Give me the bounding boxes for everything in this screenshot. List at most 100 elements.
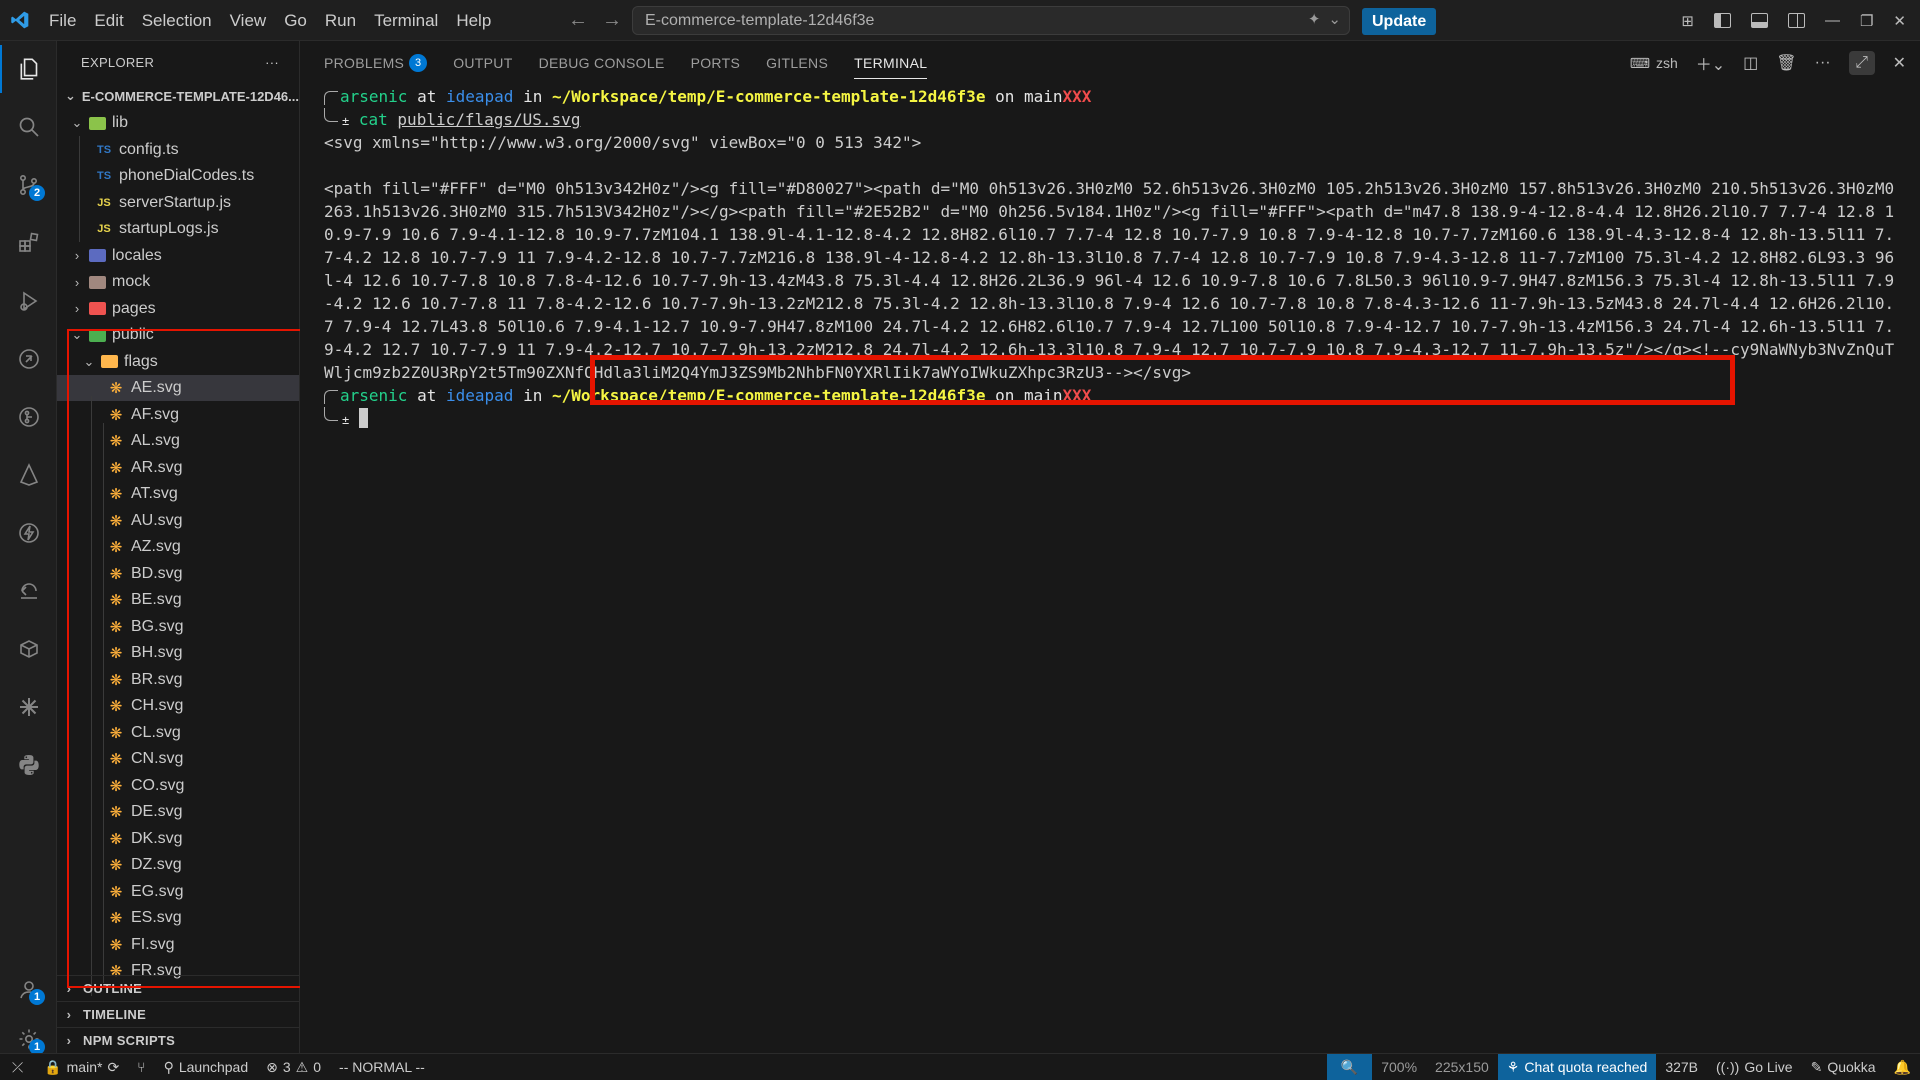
tree-file[interactable]: TS phoneDialCodes.ts xyxy=(57,163,299,189)
launchpad-status[interactable]: ⚲ Launchpad xyxy=(155,1054,258,1080)
tree-file[interactable]: ❋ DK.svg xyxy=(57,826,299,852)
tree-file[interactable]: ❋ FI.svg xyxy=(57,932,299,958)
menu-view[interactable]: View xyxy=(221,0,276,41)
outline-section[interactable]: › OUTLINE xyxy=(57,975,299,1001)
menu-file[interactable]: File xyxy=(40,0,85,41)
search-icon[interactable] xyxy=(0,103,57,151)
close-window-icon[interactable]: ✕ xyxy=(1893,12,1906,30)
quokka-status[interactable]: ✎ Quokka xyxy=(1802,1054,1885,1080)
run-debug-icon[interactable] xyxy=(0,277,57,325)
chat-quota-status[interactable]: ⚘ Chat quota reached xyxy=(1497,1053,1657,1080)
menu-go[interactable]: Go xyxy=(275,0,316,41)
tree-file[interactable]: ❋ ES.svg xyxy=(57,905,299,931)
new-terminal-plus-icon[interactable]: ＋⌄ xyxy=(1696,51,1725,75)
npm-scripts-section[interactable]: › NPM SCRIPTS xyxy=(57,1027,299,1053)
explorer-icon[interactable] xyxy=(0,45,57,93)
menu-help[interactable]: Help xyxy=(447,0,500,41)
customize-layout-icon[interactable]: ⊞ xyxy=(1681,12,1694,30)
problems-status[interactable]: ⊗ 3 ⚠ 0 xyxy=(257,1054,330,1080)
file-size-status[interactable]: 327B xyxy=(1656,1054,1707,1080)
svg-file-icon: ❋ xyxy=(109,804,123,821)
toggle-secondary-sidebar-icon[interactable] xyxy=(1787,13,1805,28)
tree-file[interactable]: ❋ AU.svg xyxy=(57,508,299,534)
tree-file[interactable]: ❋ DZ.svg xyxy=(57,852,299,878)
extensions-icon[interactable] xyxy=(0,219,57,267)
accounts-icon[interactable]: 1 xyxy=(0,965,57,1013)
restore-icon[interactable]: ❐ xyxy=(1860,12,1873,30)
tree-file[interactable]: JS serverStartup.js xyxy=(57,190,299,216)
forward-arrow-icon[interactable]: → xyxy=(602,9,622,32)
maximize-panel-icon[interactable]: ⤢ xyxy=(1848,51,1875,75)
tree-file[interactable]: ❋ AR.svg xyxy=(57,455,299,481)
toggle-panel-icon[interactable] xyxy=(1750,13,1768,28)
update-button[interactable]: Update xyxy=(1362,8,1437,35)
tab-terminal[interactable]: TERMINAL xyxy=(854,41,928,85)
branch-status[interactable]: 🔒 main* ⟳ xyxy=(35,1054,128,1080)
tree-file[interactable]: ❋ CN.svg xyxy=(57,746,299,772)
python-icon[interactable] xyxy=(0,741,57,789)
split-terminal-icon[interactable]: ◫ xyxy=(1743,53,1758,73)
tree-file[interactable]: ❋ BH.svg xyxy=(57,640,299,666)
tree-file[interactable]: TS config.ts xyxy=(57,137,299,163)
tree-file[interactable]: ❋ AF.svg xyxy=(57,402,299,428)
tree-file[interactable]: ❋ BG.svg xyxy=(57,614,299,640)
docker-icon[interactable] xyxy=(0,625,57,673)
more-actions-icon[interactable]: ··· xyxy=(1815,54,1831,72)
chevron-down-icon[interactable]: ⌄ xyxy=(1328,10,1341,28)
tree-file[interactable]: ❋ DE.svg xyxy=(57,799,299,825)
zoom-search-status[interactable]: 🔍 xyxy=(1326,1053,1373,1080)
tree-file[interactable]: ❋ BR.svg xyxy=(57,667,299,693)
explorer-root-folder[interactable]: ⌄ E-COMMERCE-TEMPLATE-12D46... xyxy=(57,83,299,109)
tree-file[interactable]: ❋ CO.svg xyxy=(57,773,299,799)
explorer-more-actions[interactable]: ··· xyxy=(265,55,279,70)
menu-run[interactable]: Run xyxy=(316,0,365,41)
toggle-sidebar-icon[interactable] xyxy=(1713,13,1731,28)
notifications-status[interactable]: 🔔 xyxy=(1885,1054,1920,1080)
menu-terminal[interactable]: Terminal xyxy=(365,0,447,41)
remote-indicator[interactable]: ⤫ xyxy=(0,1054,35,1080)
terminal-output[interactable]: arsenic at ideapad in ~/Workspace/temp/E… xyxy=(324,85,1900,430)
copilot-sparkle-icon[interactable]: ✦ xyxy=(1308,10,1321,28)
remote-explorer-icon[interactable] xyxy=(0,335,57,383)
tab-output[interactable]: OUTPUT xyxy=(453,41,512,85)
close-panel-icon[interactable]: ✕ xyxy=(1893,53,1906,73)
minimize-icon[interactable]: — xyxy=(1825,12,1840,29)
gitlens-inspect-icon[interactable] xyxy=(0,567,57,615)
tree-file[interactable]: ❋ AL.svg xyxy=(57,428,299,454)
tree-folder[interactable]: ⌄ lib xyxy=(57,110,299,136)
tree-file[interactable]: ❋ BE.svg xyxy=(57,587,299,613)
tab-gitlens[interactable]: GITLENS xyxy=(766,41,828,85)
tree-file[interactable]: ❋ CH.svg xyxy=(57,693,299,719)
tree-file[interactable]: ❋ CL.svg xyxy=(57,720,299,746)
tab-problems[interactable]: PROBLEMS 3 xyxy=(324,41,428,85)
image-dimensions[interactable]: 225x150 xyxy=(1426,1054,1498,1080)
back-arrow-icon[interactable]: ← xyxy=(568,9,588,32)
tab-debug-console[interactable]: DEBUG CONSOLE xyxy=(539,41,665,85)
timeline-section[interactable]: › TIMELINE xyxy=(57,1001,299,1027)
tree-folder[interactable]: ⌄ public xyxy=(57,322,299,348)
tree-folder[interactable]: › locales xyxy=(57,243,299,269)
kill-terminal-trash-icon[interactable]: 🗑 xyxy=(1776,53,1796,73)
terminal-shell-indicator[interactable]: ⌨ zsh xyxy=(1630,55,1678,72)
tree-folder[interactable]: › pages xyxy=(57,296,299,322)
tree-file[interactable]: ❋ AZ.svg xyxy=(57,534,299,560)
zoom-level[interactable]: 700% xyxy=(1372,1054,1426,1080)
tree-file[interactable]: ❋ AE.svg xyxy=(57,375,299,401)
menu-selection[interactable]: Selection xyxy=(133,0,221,41)
git-graph-status[interactable]: ⑂ xyxy=(128,1054,154,1080)
go-live-status[interactable]: ((·)) Go Live xyxy=(1707,1054,1802,1080)
copilot-icon[interactable] xyxy=(0,683,57,731)
tree-folder[interactable]: › mock xyxy=(57,269,299,295)
tree-file[interactable]: ❋ AT.svg xyxy=(57,481,299,507)
tree-file[interactable]: JS startupLogs.js xyxy=(57,216,299,242)
source-control-icon[interactable]: 2 xyxy=(0,161,57,209)
tree-folder[interactable]: ⌄ flags xyxy=(57,349,299,375)
prisma-icon[interactable] xyxy=(0,451,57,499)
gitlens-icon[interactable] xyxy=(0,393,57,441)
thunder-client-icon[interactable] xyxy=(0,509,57,557)
tree-file[interactable]: ❋ EG.svg xyxy=(57,879,299,905)
tree-file[interactable]: ❋ BD.svg xyxy=(57,561,299,587)
menu-edit[interactable]: Edit xyxy=(85,0,132,41)
command-center[interactable]: E-commerce-template-12d46f3e ✦ ⌄ xyxy=(632,6,1350,35)
tab-ports[interactable]: PORTS xyxy=(691,41,740,85)
